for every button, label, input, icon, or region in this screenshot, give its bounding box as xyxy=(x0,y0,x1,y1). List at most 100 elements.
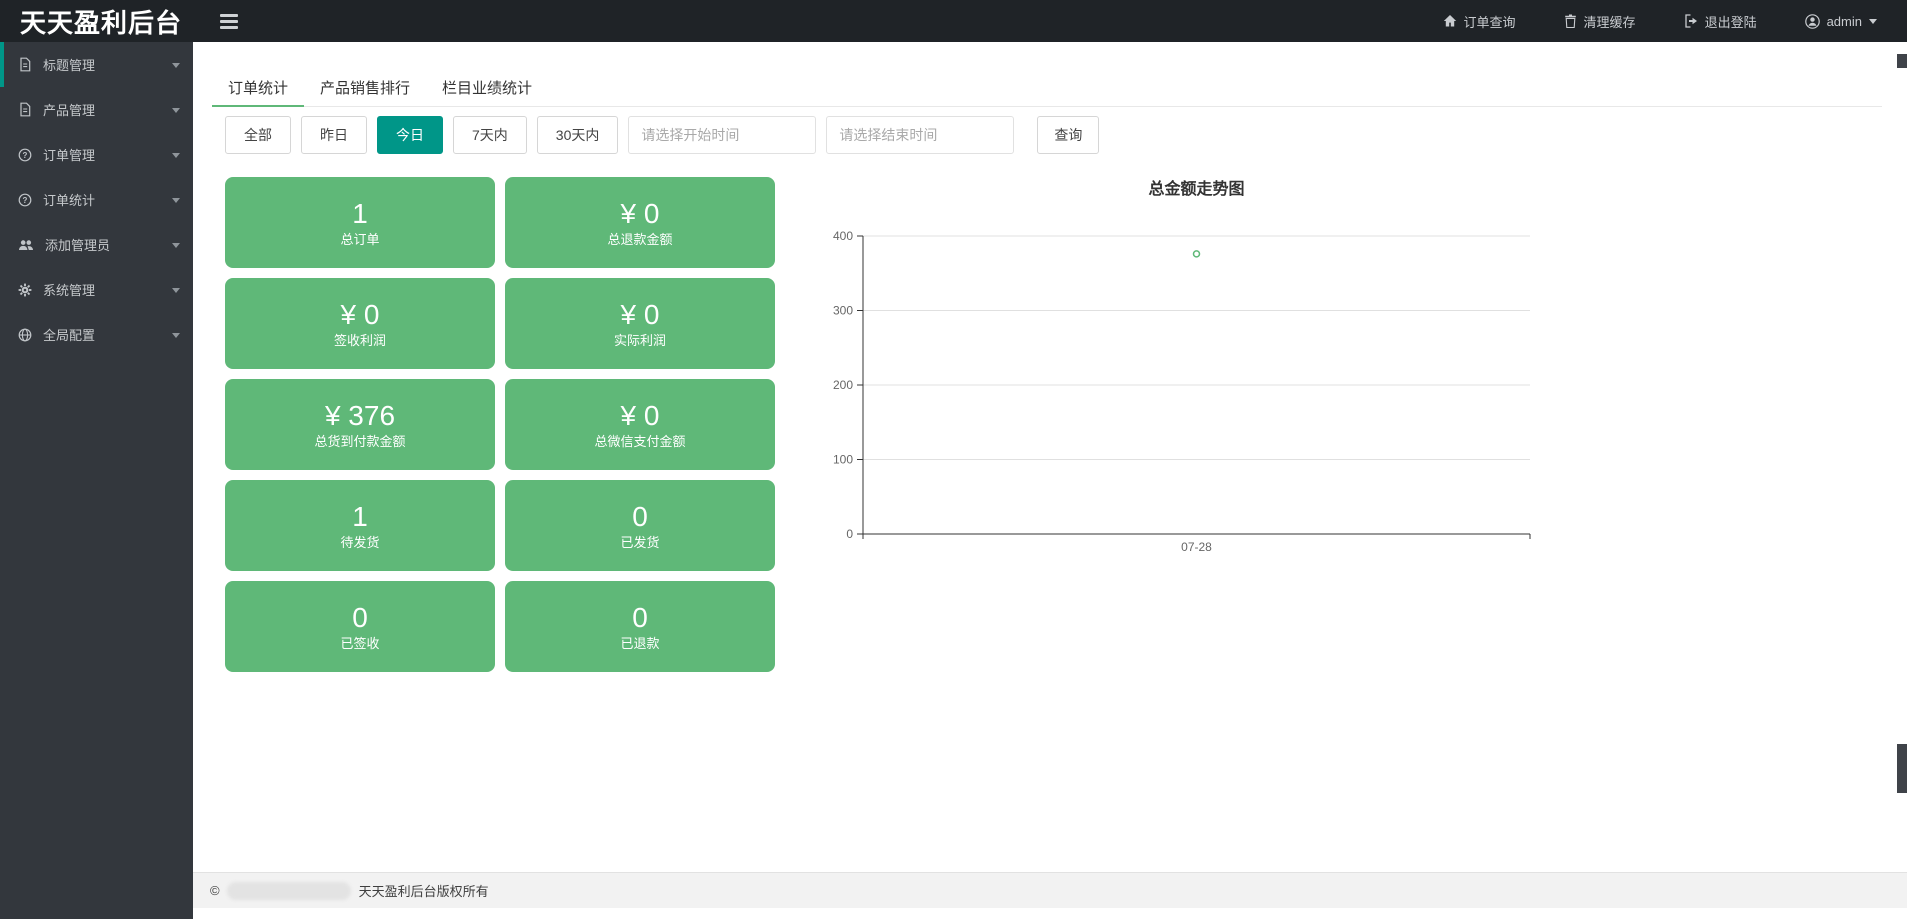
sidebar-item-add-admin[interactable]: 添加管理员 xyxy=(0,222,193,267)
stat-label: 总微信支付金额 xyxy=(594,435,685,448)
tab-label: 产品销售排行 xyxy=(320,80,410,97)
brand-title: 天天盈利后台 xyxy=(0,3,182,40)
nav-item-label: 退出登陆 xyxy=(1705,12,1757,31)
nav-item-label: 清理缓存 xyxy=(1584,12,1636,31)
filter-30days-button[interactable]: 30天内 xyxy=(537,116,619,154)
tab-product-sales-rank[interactable]: 产品销售排行 xyxy=(304,72,426,106)
sidebar-item-label: 标题管理 xyxy=(43,55,95,74)
chevron-down-icon xyxy=(172,288,180,297)
sidebar-item-label: 订单管理 xyxy=(43,145,95,164)
start-date-input[interactable] xyxy=(628,116,816,154)
footer: © 天天盈利后台版权所有 xyxy=(193,872,1907,908)
scrollbar-arrow[interactable] xyxy=(1897,54,1907,68)
sidebar: 标题管理 产品管理 ? 订单管理 ? 订单统计 xyxy=(0,42,193,919)
sidebar-item-order-stats[interactable]: ? 订单统计 xyxy=(0,177,193,222)
copyright-symbol: © xyxy=(210,883,220,898)
stat-value: ¥ 376 xyxy=(325,402,395,430)
tab-label: 订单统计 xyxy=(228,80,288,97)
top-navbar: 天天盈利后台 订单查询 清理缓存 xyxy=(0,0,1907,42)
nav-item-label: 订单查询 xyxy=(1464,12,1516,31)
stat-label: 总退款金额 xyxy=(607,233,672,246)
page: 天天盈利后台 订单查询 清理缓存 xyxy=(0,0,1907,919)
trash-icon xyxy=(1564,14,1577,28)
tab-bar: 订单统计 产品销售排行 栏目业绩统计 xyxy=(212,72,1882,107)
stat-value: ¥ 0 xyxy=(621,402,660,430)
stat-label: 已退款 xyxy=(620,637,659,650)
sidebar-item-order-manage[interactable]: ? 订单管理 xyxy=(0,132,193,177)
nav-user-label: admin xyxy=(1827,14,1862,29)
stat-card-to-ship: 1 待发货 xyxy=(225,480,495,571)
chevron-down-icon xyxy=(172,243,180,252)
sidebar-item-title-manage[interactable]: 标题管理 xyxy=(0,42,193,87)
sidebar-item-global-config[interactable]: 全局配置 xyxy=(0,312,193,357)
filter-yesterday-button[interactable]: 昨日 xyxy=(301,116,367,154)
logout-icon xyxy=(1684,14,1698,28)
file-icon xyxy=(18,57,32,72)
svg-text:0: 0 xyxy=(846,527,853,541)
question-circle-icon: ? xyxy=(18,193,32,207)
filter-today-button[interactable]: 今日 xyxy=(377,116,443,154)
censored-domain xyxy=(227,882,351,900)
sidebar-item-label: 全局配置 xyxy=(43,325,95,344)
chevron-down-icon xyxy=(172,198,180,207)
stat-card-refunded: 0 已退款 xyxy=(505,581,775,672)
stat-label: 签收利润 xyxy=(334,334,386,347)
globe-icon xyxy=(18,328,32,342)
stat-label: 总订单 xyxy=(340,233,379,246)
footer-text: 天天盈利后台版权所有 xyxy=(359,881,489,900)
stat-label: 已发货 xyxy=(620,536,659,549)
navbar-menu: 订单查询 清理缓存 退出登陆 xyxy=(1443,12,1907,31)
query-button[interactable]: 查询 xyxy=(1037,116,1099,154)
stat-value: 0 xyxy=(632,604,648,632)
users-icon xyxy=(18,238,34,252)
sidebar-item-label: 系统管理 xyxy=(43,280,95,299)
nav-clear-cache[interactable]: 清理缓存 xyxy=(1564,12,1636,31)
chevron-down-icon xyxy=(1869,19,1877,28)
filter-7days-button[interactable]: 7天内 xyxy=(453,116,527,154)
stat-card-total-orders: 1 总订单 xyxy=(225,177,495,268)
tab-column-performance[interactable]: 栏目业绩统计 xyxy=(426,72,548,106)
svg-text:?: ? xyxy=(23,151,28,160)
chevron-down-icon xyxy=(172,108,180,117)
stat-card-signed-profit: ¥ 0 签收利润 xyxy=(225,278,495,369)
nav-logout[interactable]: 退出登陆 xyxy=(1684,12,1757,31)
sidebar-item-label: 添加管理员 xyxy=(45,235,110,254)
chevron-down-icon xyxy=(172,333,180,342)
filter-all-button[interactable]: 全部 xyxy=(225,116,291,154)
sidebar-item-product-manage[interactable]: 产品管理 xyxy=(0,87,193,132)
stat-card-cod-amount: ¥ 376 总货到付款金额 xyxy=(225,379,495,470)
stat-label: 实际利润 xyxy=(614,334,666,347)
stat-label: 待发货 xyxy=(340,536,379,549)
svg-text:?: ? xyxy=(23,196,28,205)
nav-order-query[interactable]: 订单查询 xyxy=(1443,12,1516,31)
svg-text:100: 100 xyxy=(833,453,853,467)
question-circle-icon: ? xyxy=(18,148,32,162)
tab-order-stats[interactable]: 订单统计 xyxy=(212,72,304,106)
svg-text:07-28: 07-28 xyxy=(1181,540,1212,554)
sidebar-item-system-manage[interactable]: 系统管理 xyxy=(0,267,193,312)
gear-icon xyxy=(18,283,32,297)
hamburger-menu-icon[interactable] xyxy=(216,10,242,33)
filter-row: 全部 昨日 今日 7天内 30天内 查询 xyxy=(225,116,1099,154)
svg-text:300: 300 xyxy=(833,304,853,318)
tab-label: 栏目业绩统计 xyxy=(442,80,532,97)
stat-value: 1 xyxy=(352,200,368,228)
trend-chart: 010020030040007-28总金额走势图 xyxy=(680,170,1580,570)
svg-text:400: 400 xyxy=(833,229,853,243)
chevron-down-icon xyxy=(172,153,180,162)
end-date-input[interactable] xyxy=(826,116,1014,154)
stat-value: 1 xyxy=(352,503,368,531)
stat-value: 0 xyxy=(632,503,648,531)
nav-admin-menu[interactable]: admin xyxy=(1805,14,1877,29)
scrollbar-thumb[interactable] xyxy=(1897,744,1907,793)
stat-value: ¥ 0 xyxy=(621,200,660,228)
stat-value: 0 xyxy=(352,604,368,632)
stat-value: ¥ 0 xyxy=(341,301,380,329)
stat-card-signed: 0 已签收 xyxy=(225,581,495,672)
stat-label: 已签收 xyxy=(340,637,379,650)
sidebar-item-label: 订单统计 xyxy=(43,190,95,209)
svg-text:200: 200 xyxy=(833,378,853,392)
sidebar-item-label: 产品管理 xyxy=(43,100,95,119)
home-icon xyxy=(1443,14,1457,28)
stat-label: 总货到付款金额 xyxy=(314,435,405,448)
